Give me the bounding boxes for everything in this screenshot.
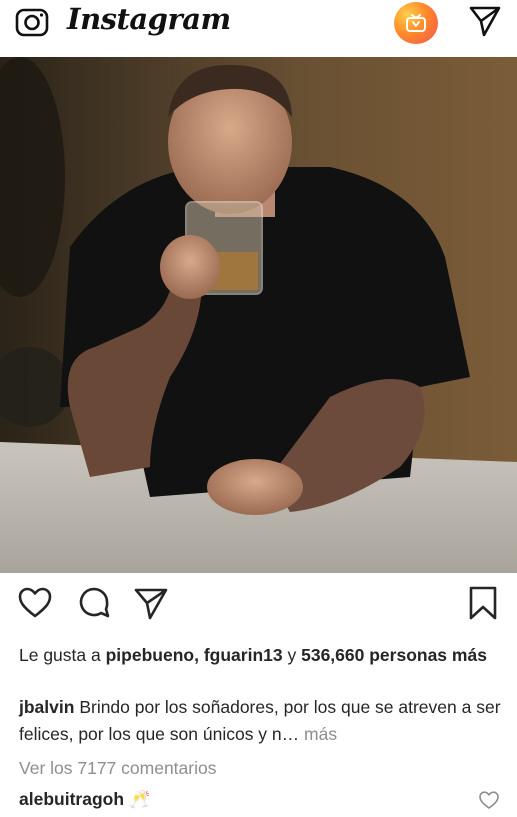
direct-send-icon[interactable] (468, 4, 502, 38)
heart-icon[interactable] (17, 585, 53, 621)
likes-count[interactable]: 536,660 personas más (301, 645, 487, 665)
caption-more-link[interactable]: más (304, 724, 337, 744)
likes-prefix: Le gusta a (19, 645, 101, 665)
top-comment: alebuitragoh 🥂 (19, 789, 151, 810)
view-comments-link[interactable]: Ver los 7177 comentarios (19, 758, 216, 779)
liker-username-1[interactable]: pipebueno (106, 645, 194, 665)
igtv-button[interactable] (394, 2, 438, 44)
caption-text: Brindo por los soñadores, por los que se… (19, 697, 501, 744)
likes-line: Le gusta a pipebueno, fguarin13 y 536,66… (19, 644, 504, 667)
likes-separator: , (194, 645, 199, 665)
instagram-logo: Instagram (67, 2, 231, 36)
liker-username-2[interactable]: fguarin13 (204, 645, 283, 665)
top-bar: Instagram (0, 0, 517, 56)
comment-username[interactable]: alebuitragoh (19, 789, 124, 809)
comment-text: 🥂 (128, 789, 151, 809)
post-actions (0, 585, 517, 629)
caption-username[interactable]: jbalvin (19, 697, 74, 717)
igtv-icon (406, 14, 426, 32)
post-photo[interactable] (0, 57, 517, 573)
post-photo-illustration (0, 57, 517, 573)
post-caption: jbalvin Brindo por los soñadores, por lo… (19, 694, 504, 748)
share-icon[interactable] (133, 585, 169, 621)
comment-like-heart-icon[interactable] (478, 790, 500, 810)
bookmark-icon[interactable] (465, 585, 501, 621)
likes-connector: y (287, 645, 297, 665)
camera-icon[interactable] (15, 7, 49, 37)
comment-icon[interactable] (76, 585, 112, 621)
